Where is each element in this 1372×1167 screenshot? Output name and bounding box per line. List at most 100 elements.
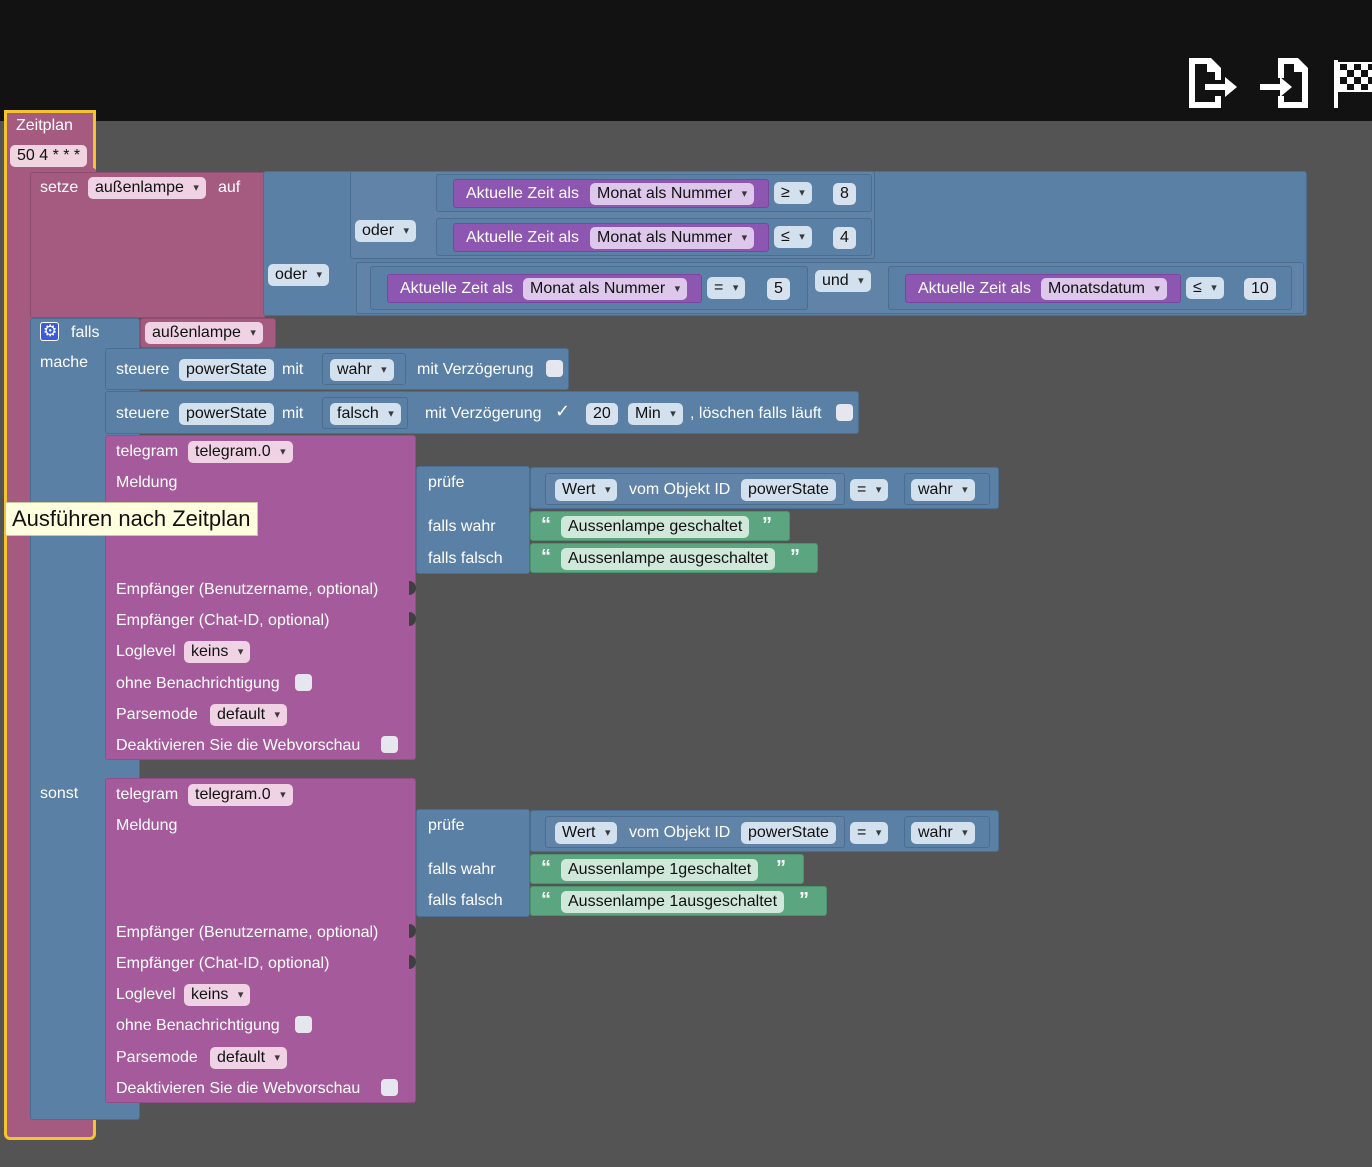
operator-dropdown-4[interactable]: ≤: [1186, 277, 1224, 299]
top-toolbar: [0, 0, 1372, 121]
state-object-field-1[interactable]: powerState: [741, 479, 836, 501]
text-true-field-2[interactable]: Aussenlampe 1geschaltet: [561, 859, 759, 881]
message-label-2: Meldung: [116, 817, 178, 834]
disable-preview-checkbox-2[interactable]: [381, 1079, 398, 1096]
close-quote-icon: ”: [790, 546, 800, 568]
bool-dropdown-1[interactable]: wahr: [330, 359, 394, 381]
value-type-dropdown-2[interactable]: Wert: [555, 822, 618, 844]
parsemode-label-1: Parsemode: [116, 706, 198, 723]
loglevel-label-1: Loglevel: [116, 643, 176, 660]
object-field-2[interactable]: powerState: [179, 403, 274, 425]
mache-label: mache: [40, 354, 89, 371]
text-false-field-1[interactable]: Aussenlampe ausgeschaltet: [561, 548, 776, 570]
checkered-flag-icon[interactable]: [1332, 56, 1372, 110]
check-label-2: prüfe: [428, 817, 465, 834]
bool-dropdown-2[interactable]: falsch: [330, 403, 401, 425]
object-field-1[interactable]: powerState: [179, 359, 274, 381]
open-quote-icon: “: [541, 857, 551, 879]
disable-preview-label-2: Deaktivieren Sie die Webvorschau: [116, 1080, 361, 1097]
silent-label-2: ohne Benachrichtigung: [116, 1017, 280, 1034]
and-dropdown[interactable]: und: [815, 270, 871, 292]
loglevel-dropdown-1[interactable]: keins: [184, 641, 251, 663]
number-value-3[interactable]: 5: [767, 278, 790, 300]
open-quote-icon: “: [541, 889, 551, 911]
time-prefix-4: Aktuelle Zeit als: [918, 280, 1031, 297]
number-value-2[interactable]: 4: [833, 227, 856, 249]
auf-label: auf: [218, 179, 241, 196]
delay-label-2: mit Verzögerung: [425, 405, 542, 422]
if-gear-icon[interactable]: ⚙: [40, 322, 59, 341]
mit-label-2: mit: [282, 405, 304, 422]
telegram-instance-dropdown-2[interactable]: telegram.0: [188, 784, 293, 806]
operator-dropdown-2[interactable]: ≤: [774, 226, 812, 248]
cron-field[interactable]: 50 4 * * *: [10, 145, 88, 167]
state-operator-dropdown-2[interactable]: =: [850, 822, 889, 844]
close-quote-icon: ”: [799, 889, 809, 911]
time-prefix-2: Aktuelle Zeit als: [466, 229, 579, 246]
open-quote-icon: “: [541, 514, 551, 536]
if-false-label-1: falls falsch: [428, 550, 503, 567]
clear-running-label: , löschen falls läuft: [690, 405, 822, 422]
telegram-title-1: telegram: [116, 443, 179, 460]
import-icon[interactable]: [1258, 56, 1312, 110]
disable-preview-checkbox-1[interactable]: [381, 736, 398, 753]
export-icon[interactable]: [1185, 56, 1239, 110]
operator-dropdown-1[interactable]: ≥: [774, 182, 812, 204]
if-true-label-1: falls wahr: [428, 518, 496, 535]
silent-checkbox-2[interactable]: [295, 1016, 312, 1033]
state-bool-dropdown-2[interactable]: wahr: [911, 822, 975, 844]
loglevel-dropdown-2[interactable]: keins: [184, 984, 251, 1006]
close-quote-icon: ”: [776, 857, 786, 879]
inner-or-dropdown[interactable]: oder: [355, 220, 417, 242]
from-object-label-2: vom Objekt ID: [629, 824, 731, 841]
setze-label: setze: [40, 179, 79, 196]
schedule-title: Zeitplan: [16, 117, 73, 134]
state-object-field-2[interactable]: powerState: [741, 822, 836, 844]
number-value-4[interactable]: 10: [1244, 278, 1276, 300]
silent-label-1: ohne Benachrichtigung: [116, 675, 280, 692]
text-false-field-2[interactable]: Aussenlampe 1ausgeschaltet: [561, 891, 785, 913]
state-operator-dropdown-1[interactable]: =: [850, 479, 889, 501]
delay-checkbox-1[interactable]: [546, 360, 563, 377]
check-label-1: prüfe: [428, 474, 465, 491]
delay-unit-dropdown[interactable]: Min: [628, 403, 683, 425]
operator-dropdown-3[interactable]: =: [707, 277, 746, 299]
delay-checkbox-2[interactable]: [554, 401, 571, 422]
from-object-label-1: vom Objekt ID: [629, 481, 731, 498]
delay-label-1: mit Verzögerung: [417, 361, 534, 378]
delay-value-field[interactable]: 20: [586, 403, 618, 425]
steuere-label-2: steuere: [116, 405, 170, 422]
telegram-title-2: telegram: [116, 786, 179, 803]
value-type-dropdown-1[interactable]: Wert: [555, 479, 618, 501]
clear-running-checkbox[interactable]: [836, 404, 853, 421]
steuere-label-1: steuere: [116, 361, 170, 378]
message-label-1: Meldung: [116, 474, 178, 491]
disable-preview-label-1: Deaktivieren Sie die Webvorschau: [116, 737, 361, 754]
parsemode-label-2: Parsemode: [116, 1049, 198, 1066]
sonst-label: sonst: [40, 785, 79, 802]
recipient-chat-label-1: Empfänger (Chat-ID, optional): [116, 612, 330, 629]
if-true-label-2: falls wahr: [428, 861, 496, 878]
parsemode-dropdown-2[interactable]: default: [210, 1047, 288, 1069]
recipient-user-label-2: Empfänger (Benutzername, optional): [116, 924, 379, 941]
time-unit-dropdown-4[interactable]: Monatsdatum: [1041, 278, 1167, 300]
time-unit-dropdown-1[interactable]: Monat als Nummer: [590, 183, 755, 205]
outer-or-dropdown[interactable]: oder: [268, 264, 330, 286]
state-bool-dropdown-1[interactable]: wahr: [911, 479, 975, 501]
parsemode-dropdown-1[interactable]: default: [210, 704, 288, 726]
time-prefix-3: Aktuelle Zeit als: [400, 280, 513, 297]
telegram-instance-dropdown-1[interactable]: telegram.0: [188, 441, 293, 463]
condition-variable-dropdown[interactable]: außenlampe: [145, 322, 263, 344]
if-false-label-2: falls falsch: [428, 892, 503, 909]
time-unit-dropdown-2[interactable]: Monat als Nummer: [590, 227, 755, 249]
text-true-field-1[interactable]: Aussenlampe geschaltet: [561, 516, 750, 538]
open-quote-icon: “: [541, 546, 551, 568]
recipient-chat-label-2: Empfänger (Chat-ID, optional): [116, 955, 330, 972]
schedule-tooltip: Ausführen nach Zeitplan: [5, 502, 258, 536]
time-unit-dropdown-3[interactable]: Monat als Nummer: [523, 278, 688, 300]
silent-checkbox-1[interactable]: [295, 674, 312, 691]
close-quote-icon: ”: [762, 514, 772, 536]
recipient-user-label-1: Empfänger (Benutzername, optional): [116, 581, 379, 598]
number-value-1[interactable]: 8: [833, 183, 856, 205]
variable-dropdown[interactable]: außenlampe: [88, 177, 206, 199]
